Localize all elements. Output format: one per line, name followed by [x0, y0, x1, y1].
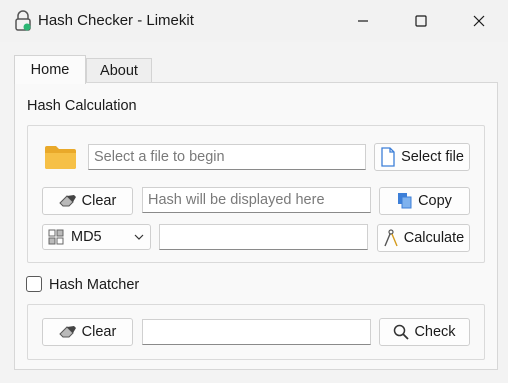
check-button[interactable]: Check: [379, 318, 470, 346]
grid-icon: [48, 229, 64, 245]
hash-calculation-group: Select file Clear Copy: [27, 125, 485, 263]
tab-about-label: About: [100, 62, 138, 79]
hash-output-field[interactable]: [142, 187, 371, 213]
clear-button[interactable]: Clear: [42, 187, 133, 215]
file-path-input[interactable]: [88, 144, 366, 170]
minimize-button[interactable]: [334, 0, 392, 42]
clear-label: Clear: [81, 193, 117, 209]
copy-label: Copy: [418, 193, 452, 209]
close-button[interactable]: [450, 0, 508, 42]
eraser-icon: [58, 195, 76, 207]
algorithm-selected: MD5: [71, 229, 102, 245]
calculate-label: Calculate: [403, 230, 465, 246]
maximize-icon: [415, 15, 427, 27]
matcher-clear-label: Clear: [81, 324, 117, 340]
copy-icon: [398, 193, 412, 209]
compass-icon: [384, 229, 398, 247]
title-bar: Hash Checker - Limekit: [0, 0, 508, 42]
hash-matcher-checkbox[interactable]: [26, 276, 42, 292]
tab-about[interactable]: About: [86, 58, 152, 83]
document-icon: [381, 147, 395, 167]
matcher-clear-button[interactable]: Clear: [42, 318, 133, 346]
chevron-down-icon: [134, 234, 144, 240]
select-file-label: Select file: [401, 149, 464, 165]
home-panel: Hash Calculation Select file Clear: [14, 82, 498, 370]
select-file-button[interactable]: Select file: [374, 143, 470, 171]
eraser-icon: [58, 326, 76, 338]
tab-home-label: Home: [30, 62, 70, 78]
close-icon: [473, 15, 485, 27]
folder-icon: [45, 146, 76, 169]
lock-hash-icon: [15, 10, 31, 31]
copy-button[interactable]: Copy: [379, 187, 470, 215]
algorithm-select[interactable]: MD5: [42, 224, 151, 250]
hash-matcher-label: Hash Matcher: [49, 277, 140, 293]
hash-matcher-group: Clear Check: [27, 304, 485, 360]
magnifier-icon: [394, 324, 410, 340]
maximize-button[interactable]: [392, 0, 450, 42]
hash-compare-input[interactable]: [159, 224, 368, 250]
hash-calculation-heading: Hash Calculation: [27, 98, 137, 114]
minimize-icon: [358, 20, 368, 22]
tab-home[interactable]: Home: [14, 55, 86, 84]
calculate-button[interactable]: Calculate: [377, 224, 470, 252]
check-label: Check: [414, 324, 456, 340]
matcher-hash-input[interactable]: [142, 319, 371, 345]
window-title: Hash Checker - Limekit: [38, 12, 194, 29]
